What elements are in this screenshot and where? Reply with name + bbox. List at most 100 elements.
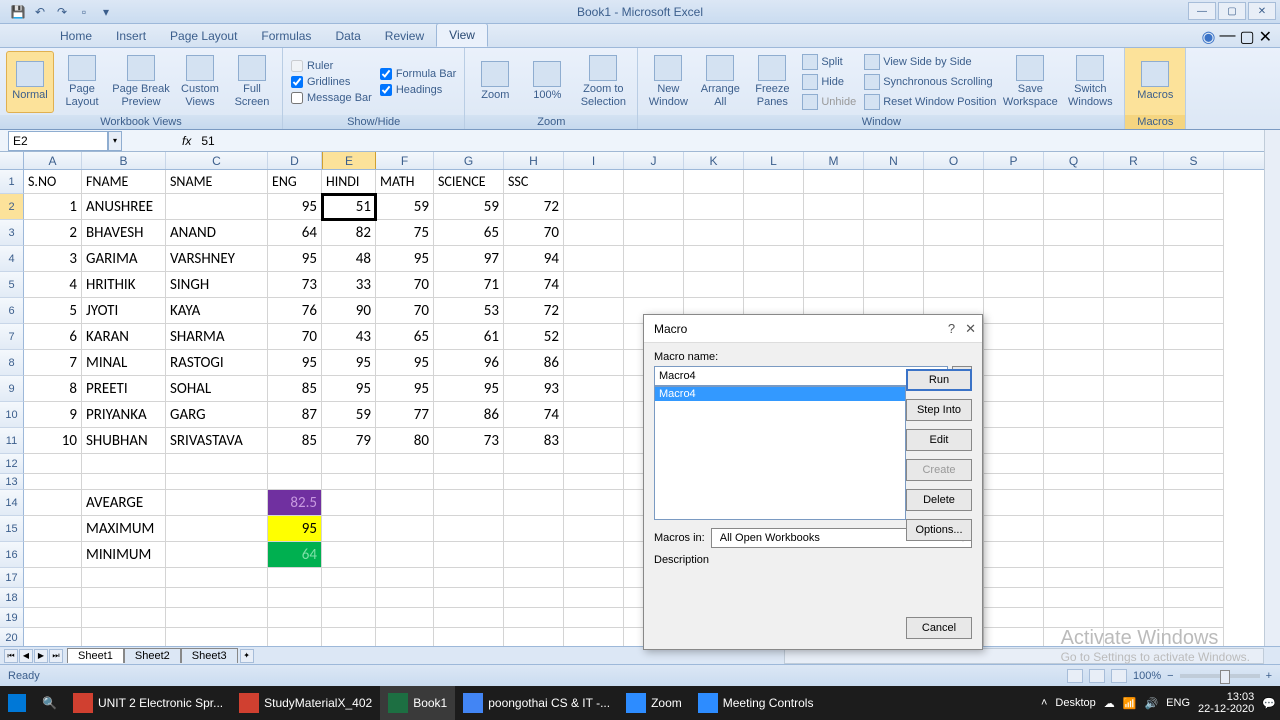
col-head-L[interactable]: L	[744, 152, 804, 169]
cell[interactable]	[434, 608, 504, 628]
cell[interactable]	[1104, 194, 1164, 220]
cell[interactable]	[1044, 454, 1104, 474]
close-button[interactable]: ✕	[1248, 2, 1276, 20]
cell[interactable]: 61	[434, 324, 504, 350]
cell[interactable]	[924, 246, 984, 272]
cell[interactable]	[564, 220, 624, 246]
cell-minimum[interactable]: 64	[268, 542, 322, 568]
cell[interactable]: 94	[504, 246, 564, 272]
row-head-9[interactable]: 9	[0, 376, 24, 402]
switch-windows-button[interactable]: Switch Windows	[1062, 51, 1118, 113]
cell[interactable]	[624, 220, 684, 246]
cell[interactable]: 79	[322, 428, 376, 454]
cell[interactable]	[564, 454, 624, 474]
cell[interactable]	[82, 474, 166, 490]
col-head-F[interactable]: F	[376, 152, 434, 169]
message-bar-checkbox[interactable]: Message Bar	[289, 91, 374, 105]
cell[interactable]	[1164, 402, 1224, 428]
zoom-slider[interactable]	[1180, 674, 1260, 678]
cell[interactable]	[166, 608, 268, 628]
save-workspace-button[interactable]: Save Workspace	[1002, 51, 1058, 113]
macro-name-input[interactable]	[654, 366, 948, 386]
cell[interactable]	[984, 170, 1044, 194]
cell[interactable]: 77	[376, 402, 434, 428]
cell[interactable]	[166, 516, 268, 542]
cell[interactable]	[564, 350, 624, 376]
cell[interactable]: SHARMA	[166, 324, 268, 350]
col-head-Q[interactable]: Q	[1044, 152, 1104, 169]
qat-dropdown-icon[interactable]: ▾	[96, 2, 116, 22]
col-head-A[interactable]: A	[24, 152, 82, 169]
language-indicator[interactable]: ENG	[1166, 697, 1190, 709]
cell[interactable]: 74	[504, 402, 564, 428]
cell[interactable]: 64	[268, 220, 322, 246]
cell[interactable]	[564, 324, 624, 350]
sheet-nav-prev[interactable]: ◀	[19, 649, 33, 663]
cell[interactable]: BHAVESH	[82, 220, 166, 246]
cell[interactable]	[504, 628, 564, 648]
cell[interactable]	[1044, 194, 1104, 220]
cell[interactable]	[1164, 194, 1224, 220]
cell[interactable]	[684, 272, 744, 298]
step-into-button[interactable]: Step Into	[906, 399, 972, 421]
cell[interactable]: 51	[322, 194, 376, 220]
cell[interactable]	[504, 474, 564, 490]
macro-dialog-title-bar[interactable]: Macro ? ✕	[644, 315, 982, 343]
cell[interactable]	[166, 454, 268, 474]
cell[interactable]	[984, 516, 1044, 542]
arrange-all-button[interactable]: Arrange All	[696, 51, 744, 113]
cell[interactable]	[624, 170, 684, 194]
cell[interactable]	[1104, 428, 1164, 454]
cell[interactable]: 9	[24, 402, 82, 428]
cell[interactable]	[864, 272, 924, 298]
macro-list-item[interactable]: Macro4	[655, 387, 905, 401]
cell[interactable]: 7	[24, 350, 82, 376]
cell[interactable]: PREETI	[82, 376, 166, 402]
cell[interactable]	[984, 568, 1044, 588]
cell[interactable]: 86	[504, 350, 564, 376]
cell[interactable]	[624, 194, 684, 220]
cell[interactable]: 4	[24, 272, 82, 298]
cell[interactable]	[984, 608, 1044, 628]
cell[interactable]: 86	[434, 402, 504, 428]
cell[interactable]	[624, 246, 684, 272]
cell[interactable]	[744, 194, 804, 220]
undo-icon[interactable]: ↶	[30, 2, 50, 22]
cell[interactable]: 2	[24, 220, 82, 246]
page-layout-button[interactable]: Page Layout	[58, 51, 106, 113]
cell[interactable]	[1044, 428, 1104, 454]
cell[interactable]: 10	[24, 428, 82, 454]
save-icon[interactable]: 💾	[8, 2, 28, 22]
cell[interactable]	[268, 628, 322, 648]
cell[interactable]: 95	[322, 350, 376, 376]
cell[interactable]	[1104, 608, 1164, 628]
cell[interactable]: 59	[322, 402, 376, 428]
cell[interactable]: FNAME	[82, 170, 166, 194]
row-head-6[interactable]: 6	[0, 298, 24, 324]
row-head-7[interactable]: 7	[0, 324, 24, 350]
cell[interactable]	[984, 474, 1044, 490]
cell[interactable]	[376, 608, 434, 628]
sheet-nav-last[interactable]: ⏭	[49, 649, 63, 663]
cell[interactable]: GARIMA	[82, 246, 166, 272]
page-layout-view-icon[interactable]	[1089, 669, 1105, 683]
cell[interactable]	[268, 454, 322, 474]
cell[interactable]: RASTOGI	[166, 350, 268, 376]
cell[interactable]	[268, 474, 322, 490]
cell[interactable]: 80	[376, 428, 434, 454]
cell[interactable]	[322, 454, 376, 474]
col-head-G[interactable]: G	[434, 152, 504, 169]
cell[interactable]	[268, 568, 322, 588]
name-box-dropdown[interactable]: ▾	[108, 131, 122, 151]
cell[interactable]	[24, 454, 82, 474]
row-head-17[interactable]: 17	[0, 568, 24, 588]
sheet-nav-first[interactable]: ⏮	[4, 649, 18, 663]
cell[interactable]	[504, 542, 564, 568]
col-head-M[interactable]: M	[804, 152, 864, 169]
ribbon-close-icon[interactable]: ✕	[1259, 27, 1272, 47]
cell[interactable]	[744, 220, 804, 246]
cell[interactable]	[1164, 298, 1224, 324]
cell[interactable]: 95	[268, 350, 322, 376]
cell[interactable]	[434, 568, 504, 588]
cell[interactable]: 65	[434, 220, 504, 246]
